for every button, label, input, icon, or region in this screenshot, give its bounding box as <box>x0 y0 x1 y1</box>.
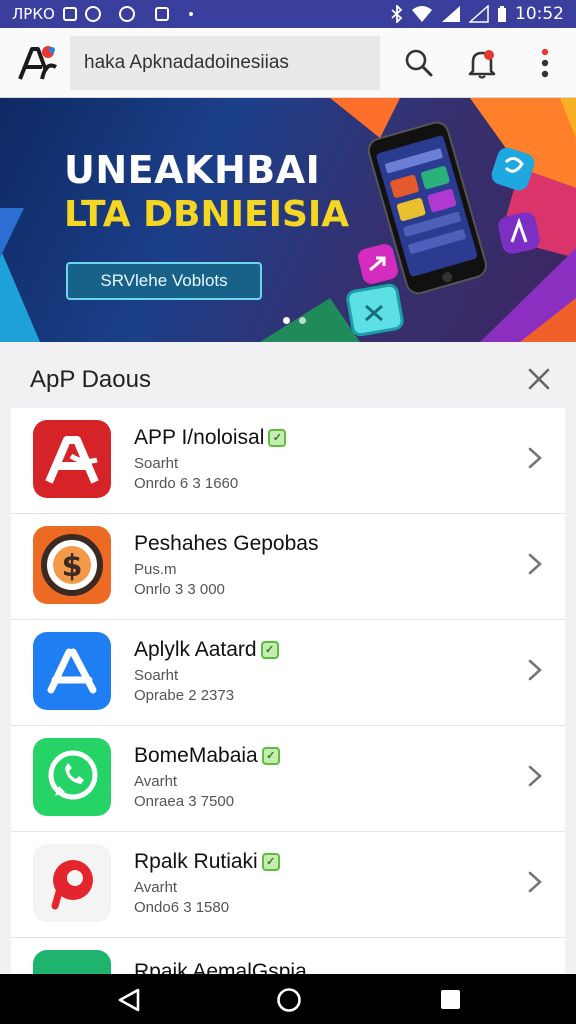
app-logo[interactable] <box>16 41 60 85</box>
chrome-icon <box>118 6 135 22</box>
chevron-right-icon <box>528 553 542 575</box>
list-item[interactable]: Rpalk Rutiaki ✓ Avarht Ondo6 3 1580 <box>11 832 565 938</box>
verified-badge-icon: ✓ <box>261 853 280 871</box>
photo-icon <box>62 7 77 21</box>
section-title: ApP Daous <box>30 366 151 393</box>
status-right: 10:52 <box>391 4 564 24</box>
list-item[interactable]: Rpaik AemalGspia <box>11 938 565 974</box>
search-input[interactable] <box>70 36 380 90</box>
page-indicator-dot-active[interactable] <box>283 317 290 324</box>
app-category: Pus.m <box>134 561 177 578</box>
dot-icon <box>188 12 193 16</box>
dollar-coin-icon: $ <box>33 526 111 604</box>
page-indicator <box>283 317 306 324</box>
app-category: Avarht <box>134 879 178 896</box>
app-name: Aplylk Aatard ✓ <box>134 638 279 662</box>
app-name: Peshahes Gepobas <box>134 532 318 556</box>
app-downloads: Onrlo 3 3 000 <box>134 581 225 598</box>
app-name: Rpalk Rutiaki ✓ <box>134 850 280 874</box>
home-icon[interactable] <box>276 987 302 1013</box>
promo-banner[interactable]: UNEAKНBAI LTA DBNIEISIA SRVlehe Voblots <box>0 98 576 342</box>
bluetooth-icon <box>391 5 403 23</box>
battery-icon <box>498 6 506 22</box>
app-icon <box>33 950 111 974</box>
app-downloads: Onraea 3 7500 <box>134 793 235 810</box>
app-bar <box>0 28 576 98</box>
status-bar: ЛРКО 10:52 <box>0 0 576 28</box>
svg-text:$: $ <box>62 549 83 584</box>
image-icon <box>154 7 169 21</box>
signal-icon <box>442 6 460 22</box>
chevron-right-icon <box>528 765 542 787</box>
whatsapp-icon <box>33 738 111 816</box>
app-category: Avarht <box>134 773 178 790</box>
app-category: Soarht <box>134 667 179 684</box>
notification-bell-icon <box>468 50 496 79</box>
app-store-icon <box>33 632 111 710</box>
app-category: Soarht <box>134 455 179 472</box>
app-name-text: BomeMabaia <box>134 744 258 767</box>
app-name-text: APP I/noloisal <box>134 426 265 449</box>
app-list: APP I/noloisal ✓ Soarht Onrdo 6 3 1660 $… <box>11 408 565 974</box>
status-time: 10:52 <box>515 4 564 24</box>
page-indicator-dot[interactable] <box>299 317 306 324</box>
banner-cta-button[interactable]: SRVlehe Voblots <box>66 262 262 300</box>
status-left: ЛРКО <box>12 5 193 23</box>
app-name-text: Rpaik AemalGspia <box>134 960 307 974</box>
search-icon <box>405 49 433 77</box>
back-icon[interactable] <box>116 988 142 1012</box>
settings-icon <box>84 6 101 22</box>
verified-badge-icon: ✓ <box>261 747 280 765</box>
adobe-acrobat-icon <box>33 420 111 498</box>
banner-title: UNEAKНBAI <box>64 148 321 192</box>
pinterest-icon <box>33 844 111 922</box>
close-icon <box>528 368 550 390</box>
notifications-button[interactable] <box>467 47 497 79</box>
app-name-text: Rpalk Rutiaki <box>134 850 258 873</box>
verified-badge-icon: ✓ <box>260 641 279 659</box>
chevron-right-icon <box>528 447 542 469</box>
app-downloads: Oprabe 2 2373 <box>134 687 235 704</box>
app-name: APP I/noloisal ✓ <box>134 426 287 450</box>
navigation-bar <box>0 974 576 1024</box>
search-button[interactable] <box>404 48 434 78</box>
list-item[interactable]: APP I/noloisal ✓ Soarht Onrdo 6 3 1660 <box>11 408 565 514</box>
banner-subtitle: LTA DBNIEISIA <box>64 194 350 235</box>
list-item[interactable]: $ Peshahes Gepobas Pus.m Onrlo 3 3 000 <box>11 514 565 620</box>
app-name-text: Aplylk Aatard <box>134 638 257 661</box>
verified-badge-icon: ✓ <box>268 429 287 447</box>
section-header: ApP Daous <box>0 342 576 408</box>
close-button[interactable] <box>526 366 552 392</box>
more-vert-icon <box>541 48 549 78</box>
signal-2-icon <box>469 5 489 23</box>
screen: ЛРКО 10:52 haka Apknadadoinesiias UNEAKН… <box>0 0 576 1024</box>
status-left-text: ЛРКО <box>12 5 55 23</box>
list-item[interactable]: Aplylk Aatard ✓ Soarht Oprabe 2 2373 <box>11 620 565 726</box>
list-item[interactable]: BomeMabaia ✓ Avarht Onraea 3 7500 <box>11 726 565 832</box>
app-downloads: Ondo6 3 1580 <box>134 899 230 916</box>
app-name: BomeMabaia ✓ <box>134 744 280 768</box>
app-name-text: Peshahes Gepobas <box>134 532 319 555</box>
wifi-icon <box>412 6 432 22</box>
chevron-right-icon <box>528 659 542 681</box>
recents-icon[interactable] <box>440 989 461 1010</box>
more-options-button[interactable] <box>533 46 557 80</box>
app-downloads: Onrdo 6 3 1660 <box>134 475 239 492</box>
app-name: Rpaik AemalGspia <box>134 960 307 974</box>
chevron-right-icon <box>528 871 542 893</box>
